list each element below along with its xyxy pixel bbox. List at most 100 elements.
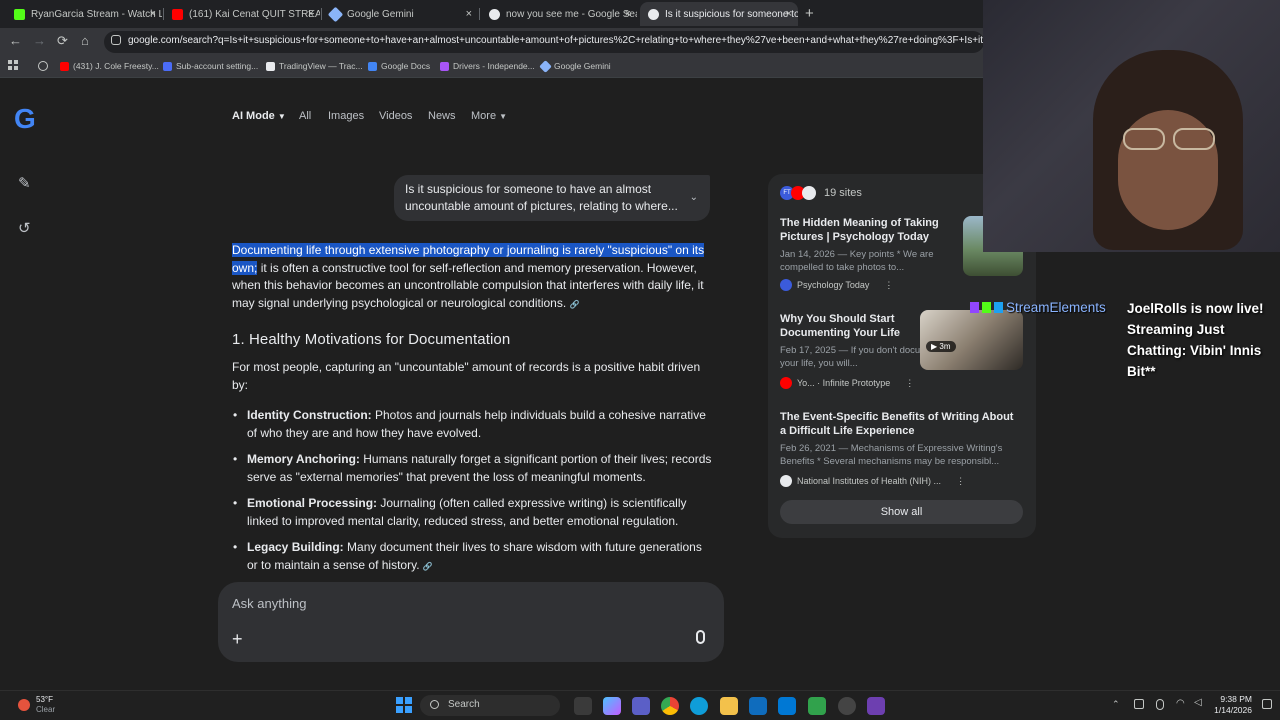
url-text: google.com/search?q=Is+it+suspicious+for… (128, 35, 984, 46)
bookmark-label: Drivers - Independe... (453, 61, 535, 71)
list-item: Emotional Processing: Journaling (often … (232, 494, 712, 530)
youtube-icon (60, 61, 69, 71)
point-term: Legacy Building: (247, 540, 344, 554)
tab-images[interactable]: Images (328, 110, 364, 122)
tab-title: now you see me - Google Search (506, 8, 637, 20)
more-options-icon[interactable]: ⋮ (884, 280, 893, 291)
source-site[interactable]: Yo... · Infinite Prototype ⋮ (780, 377, 914, 389)
tab-ryangarcia[interactable]: RyanGarcia Stream - Watch Live × (6, 2, 162, 26)
nih-icon (802, 186, 816, 200)
source-title[interactable]: The Hidden Meaning of Taking Pictures | … (780, 216, 954, 244)
add-attachment-icon[interactable]: + (232, 629, 243, 650)
tab-all[interactable]: All (299, 110, 311, 122)
microphone-icon[interactable] (696, 630, 705, 644)
more-options-icon[interactable]: ⋮ (956, 476, 965, 487)
point-term: Identity Construction: (247, 408, 372, 422)
back-button[interactable]: ← (9, 33, 22, 48)
apps-icon[interactable] (8, 60, 18, 70)
taskbar-search[interactable]: Search (420, 695, 560, 716)
close-icon[interactable]: × (786, 8, 792, 20)
chevron-down-icon[interactable]: ⌄ (690, 189, 698, 206)
bookmark-subaccount[interactable]: Sub-account setting... (163, 61, 258, 71)
bookmark-jcole[interactable]: (431) J. Cole Freesty... (60, 61, 159, 71)
user-query-bubble[interactable]: Is it suspicious for someone to have an … (394, 175, 710, 221)
address-bar[interactable]: google.com/search?q=Is+it+suspicious+for… (104, 31, 984, 53)
clock[interactable]: 9:38 PM 1/14/2026 (1212, 694, 1252, 716)
file-explorer-icon[interactable] (720, 697, 738, 715)
close-icon[interactable]: × (308, 8, 314, 20)
bookmark-label: TradingView — Trac... (279, 61, 363, 71)
source-site[interactable]: Psychology Today ⋮ (780, 279, 893, 291)
microphone-icon[interactable] (1156, 699, 1164, 710)
show-all-button[interactable]: Show all (780, 500, 1023, 524)
twitch-icon (970, 302, 979, 313)
ask-input[interactable]: Ask anything (232, 596, 306, 611)
store-icon[interactable] (749, 697, 767, 715)
glasses-icon (1173, 128, 1215, 150)
new-chat-icon[interactable]: ✎ (18, 174, 31, 192)
obs-icon[interactable] (838, 697, 856, 715)
tab-videos[interactable]: Videos (379, 110, 412, 122)
tab-title: Google Gemini (347, 8, 414, 20)
source-title[interactable]: The Event-Specific Benefits of Writing A… (780, 410, 1020, 438)
chrome-icon[interactable] (661, 697, 679, 715)
site-name: Yo... · Infinite Prototype (797, 378, 891, 388)
outlook-icon[interactable] (778, 697, 796, 715)
network-icon[interactable] (1134, 699, 1144, 709)
tab-news[interactable]: News (428, 110, 456, 122)
app-icon[interactable] (867, 697, 885, 715)
video-thumbnail[interactable]: ▶ 3m (920, 310, 1023, 370)
tab-current-search[interactable]: Is it suspicious for someone to × (640, 2, 798, 26)
motivation-list: Identity Construction: Photos and journa… (232, 406, 712, 584)
bookmark-gemini[interactable]: Google Gemini (539, 59, 611, 73)
site-info-icon[interactable] (111, 35, 121, 45)
tab-ai-mode[interactable]: AI Mode ▼ (232, 110, 286, 122)
windows-start-icon[interactable] (396, 697, 412, 713)
link-icon[interactable]: 🔗 (423, 562, 433, 571)
google-icon[interactable] (38, 61, 48, 71)
more-options-icon[interactable]: ⋮ (905, 378, 914, 389)
forward-button[interactable]: → (33, 33, 46, 48)
webcam-overlay (983, 0, 1280, 252)
weather-text: 53°F Clear (36, 695, 55, 715)
close-icon[interactable]: × (625, 8, 631, 20)
copilot-icon[interactable] (603, 697, 621, 715)
docs-icon (368, 61, 377, 71)
notifications-icon[interactable] (1262, 699, 1272, 709)
volume-icon[interactable]: ◁ (1194, 697, 1202, 708)
drivers-icon (440, 61, 449, 71)
list-item: Memory Anchoring: Humans naturally forge… (232, 450, 712, 486)
tab-now-you-see-me[interactable]: now you see me - Google Search × (481, 2, 637, 26)
xbox-icon[interactable] (808, 697, 826, 715)
link-icon[interactable]: 🔗 (570, 300, 580, 309)
teams-icon[interactable] (632, 697, 650, 715)
close-icon[interactable]: × (150, 8, 156, 20)
ask-input-box[interactable]: Ask anything + (218, 582, 724, 662)
wifi-icon[interactable]: ◠ (1176, 698, 1185, 709)
task-view-icon[interactable] (574, 697, 592, 715)
chevron-up-icon[interactable]: ⌃ (1112, 699, 1120, 710)
new-tab-button[interactable]: + (805, 5, 814, 22)
bookmark-drivers[interactable]: Drivers - Independe... (440, 61, 535, 71)
tab-gemini[interactable]: Google Gemini × (322, 2, 478, 26)
close-icon[interactable]: × (466, 8, 472, 20)
tab-title: RyanGarcia Stream - Watch Live (31, 8, 162, 20)
clock-date: 1/14/2026 (1214, 705, 1252, 715)
youtube-icon (172, 8, 183, 20)
gemini-icon (327, 6, 344, 22)
tab-kai-cenat[interactable]: (161) Kai Cenat QUIT STREAMIN × (164, 2, 320, 26)
ads-icon (163, 61, 172, 71)
history-icon[interactable]: ↺ (18, 219, 31, 237)
edge-icon[interactable] (690, 697, 708, 715)
source-site[interactable]: National Institutes of Health (NIH) ... … (780, 475, 965, 487)
sites-count[interactable]: 19 sites (824, 187, 862, 199)
tab-more[interactable]: More ▼ (471, 110, 507, 122)
bookmark-tradingview[interactable]: TradingView — Trac... (266, 61, 363, 71)
reload-button[interactable]: ⟳ (57, 33, 68, 49)
weather-widget[interactable]: 53°F Clear (18, 695, 55, 715)
home-button[interactable]: ⌂ (81, 33, 89, 48)
google-logo[interactable]: G (14, 103, 36, 135)
search-label: Search (448, 699, 480, 710)
bookmark-google-docs[interactable]: Google Docs (368, 61, 430, 71)
tradingview-icon (266, 61, 275, 71)
